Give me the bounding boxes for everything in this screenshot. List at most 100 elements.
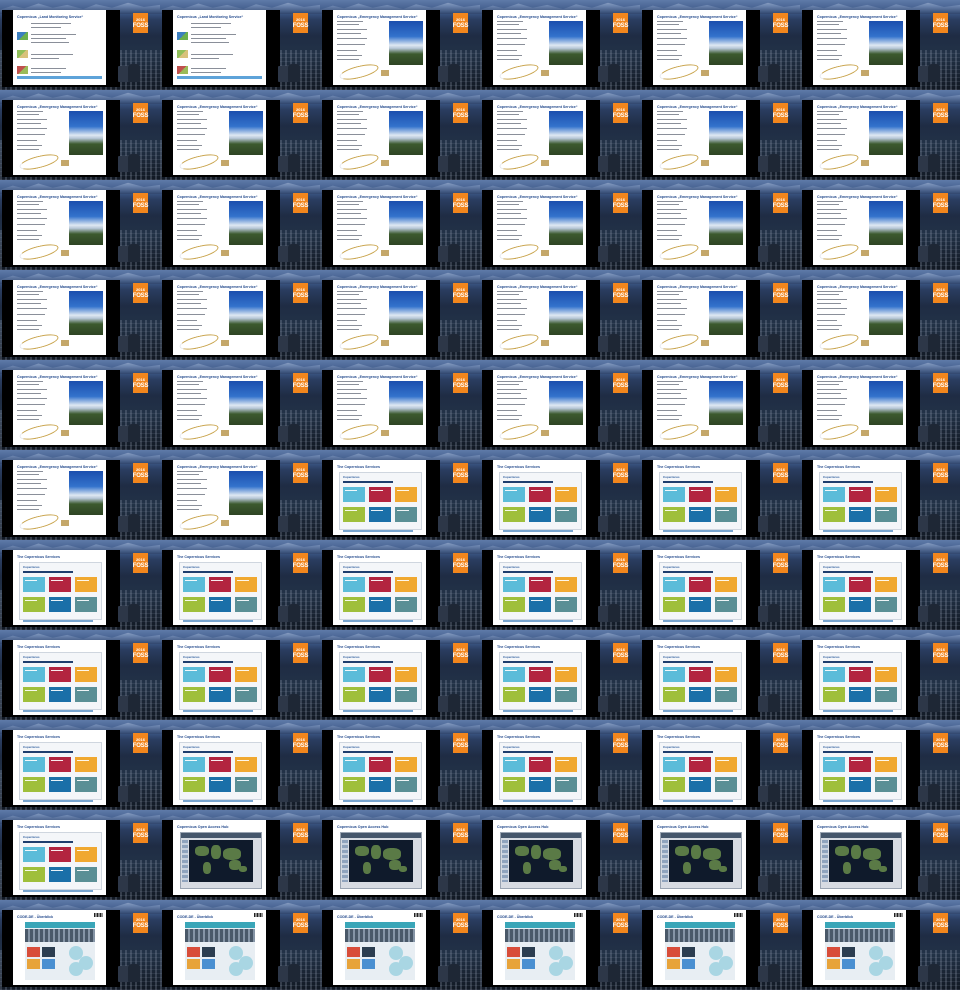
- video-frame-thumbnail[interactable]: Copernicus „Land Monitoring Service“ 201…: [0, 0, 160, 90]
- video-frame-thumbnail[interactable]: The Copernicus Services Copernicus 2016 …: [640, 630, 800, 720]
- service-tile[interactable]: [369, 757, 391, 772]
- video-frame-thumbnail[interactable]: The Copernicus Services Copernicus 2016 …: [0, 720, 160, 810]
- video-frame-thumbnail[interactable]: The Copernicus Services Copernicus 2016 …: [160, 540, 320, 630]
- service-tile[interactable]: [529, 757, 551, 772]
- service-tile[interactable]: [555, 777, 577, 792]
- service-tile[interactable]: [529, 597, 551, 612]
- video-frame-thumbnail[interactable]: Copernicus „Emergency Management Service…: [320, 180, 480, 270]
- service-tile[interactable]: [663, 577, 685, 592]
- service-tile[interactable]: [369, 687, 391, 702]
- service-tile[interactable]: [183, 777, 205, 792]
- video-frame-thumbnail[interactable]: The Copernicus Services Copernicus 2016 …: [800, 540, 960, 630]
- service-tile[interactable]: [23, 597, 45, 612]
- service-tile[interactable]: [395, 757, 417, 772]
- video-frame-thumbnail[interactable]: Copernicus „Emergency Management Service…: [160, 360, 320, 450]
- service-tile[interactable]: [849, 687, 871, 702]
- service-tile[interactable]: [689, 757, 711, 772]
- video-frame-thumbnail[interactable]: CODE-DE - Überblick 2016 FOSS: [640, 900, 800, 990]
- video-frame-thumbnail[interactable]: The Copernicus Services Copernicus 2016 …: [480, 630, 640, 720]
- video-frame-thumbnail[interactable]: Copernicus „Emergency Management Service…: [480, 270, 640, 360]
- service-tile[interactable]: [823, 507, 845, 522]
- service-tile[interactable]: [875, 687, 897, 702]
- service-tile[interactable]: [823, 777, 845, 792]
- service-tile[interactable]: [689, 577, 711, 592]
- service-tile[interactable]: [369, 507, 391, 522]
- service-tile[interactable]: [235, 687, 257, 702]
- service-tile[interactable]: [369, 667, 391, 682]
- service-tile[interactable]: [209, 777, 231, 792]
- service-tile[interactable]: [343, 667, 365, 682]
- service-tile[interactable]: [343, 577, 365, 592]
- video-frame-thumbnail[interactable]: Copernicus „Emergency Management Service…: [320, 360, 480, 450]
- service-tile[interactable]: [183, 597, 205, 612]
- service-tile[interactable]: [849, 667, 871, 682]
- service-tile[interactable]: [529, 687, 551, 702]
- video-frame-thumbnail[interactable]: Copernicus „Emergency Management Service…: [640, 270, 800, 360]
- service-tile[interactable]: [343, 507, 365, 522]
- video-frame-thumbnail[interactable]: The Copernicus Services Copernicus 2016 …: [480, 720, 640, 810]
- service-tile[interactable]: [715, 577, 737, 592]
- service-tile[interactable]: [503, 597, 525, 612]
- video-frame-thumbnail[interactable]: Copernicus Open Access Hub 2016 FOSS: [160, 810, 320, 900]
- service-tile[interactable]: [823, 667, 845, 682]
- service-tile[interactable]: [23, 687, 45, 702]
- service-tile[interactable]: [503, 687, 525, 702]
- service-tile[interactable]: [235, 777, 257, 792]
- service-tile[interactable]: [75, 667, 97, 682]
- service-tile[interactable]: [849, 777, 871, 792]
- service-tile[interactable]: [395, 487, 417, 502]
- service-tile[interactable]: [395, 777, 417, 792]
- service-tile[interactable]: [555, 507, 577, 522]
- video-frame-thumbnail[interactable]: CODE-DE - Überblick 2016 FOSS: [0, 900, 160, 990]
- service-tile[interactable]: [235, 577, 257, 592]
- service-tile[interactable]: [715, 667, 737, 682]
- service-tile[interactable]: [875, 757, 897, 772]
- service-tile[interactable]: [555, 687, 577, 702]
- service-tile[interactable]: [875, 577, 897, 592]
- video-frame-thumbnail[interactable]: Copernicus Open Access Hub 2016 FOSS: [480, 810, 640, 900]
- video-frame-thumbnail[interactable]: The Copernicus Services Copernicus 2016 …: [640, 720, 800, 810]
- service-tile[interactable]: [369, 597, 391, 612]
- service-tile[interactable]: [823, 487, 845, 502]
- video-frame-thumbnail[interactable]: The Copernicus Services Copernicus 2016 …: [320, 630, 480, 720]
- service-tile[interactable]: [503, 577, 525, 592]
- video-frame-thumbnail[interactable]: Copernicus „Emergency Management Service…: [480, 180, 640, 270]
- service-tile[interactable]: [343, 757, 365, 772]
- service-tile[interactable]: [849, 577, 871, 592]
- video-frame-thumbnail[interactable]: Copernicus „Emergency Management Service…: [640, 180, 800, 270]
- video-frame-thumbnail[interactable]: The Copernicus Services Copernicus 2016 …: [640, 540, 800, 630]
- video-frame-thumbnail[interactable]: Copernicus „Emergency Management Service…: [0, 180, 160, 270]
- service-tile[interactable]: [209, 667, 231, 682]
- service-tile[interactable]: [689, 597, 711, 612]
- service-tile[interactable]: [23, 847, 45, 862]
- video-frame-thumbnail[interactable]: Copernicus Open Access Hub 2016 FOSS: [800, 810, 960, 900]
- video-frame-thumbnail[interactable]: Copernicus „Emergency Management Service…: [0, 450, 160, 540]
- video-frame-thumbnail[interactable]: The Copernicus Services Copernicus 2016 …: [800, 450, 960, 540]
- video-frame-thumbnail[interactable]: Copernicus „Emergency Management Service…: [640, 0, 800, 90]
- service-tile[interactable]: [715, 777, 737, 792]
- service-tile[interactable]: [49, 757, 71, 772]
- video-frame-thumbnail[interactable]: Copernicus „Emergency Management Service…: [0, 270, 160, 360]
- video-frame-thumbnail[interactable]: CODE-DE - Überblick 2016 FOSS: [160, 900, 320, 990]
- service-tile[interactable]: [849, 597, 871, 612]
- service-tile[interactable]: [343, 597, 365, 612]
- video-frame-thumbnail[interactable]: The Copernicus Services Copernicus 2016 …: [320, 540, 480, 630]
- service-tile[interactable]: [555, 667, 577, 682]
- service-tile[interactable]: [529, 507, 551, 522]
- service-tile[interactable]: [555, 757, 577, 772]
- video-frame-thumbnail[interactable]: The Copernicus Services Copernicus 2016 …: [640, 450, 800, 540]
- video-frame-thumbnail[interactable]: The Copernicus Services Copernicus 2016 …: [800, 720, 960, 810]
- service-tile[interactable]: [75, 867, 97, 882]
- service-tile[interactable]: [23, 777, 45, 792]
- service-tile[interactable]: [823, 597, 845, 612]
- service-tile[interactable]: [75, 687, 97, 702]
- service-tile[interactable]: [343, 487, 365, 502]
- service-tile[interactable]: [49, 777, 71, 792]
- video-frame-thumbnail[interactable]: Copernicus „Emergency Management Service…: [0, 360, 160, 450]
- service-tile[interactable]: [663, 757, 685, 772]
- service-tile[interactable]: [529, 667, 551, 682]
- service-tile[interactable]: [235, 597, 257, 612]
- service-tile[interactable]: [875, 487, 897, 502]
- service-tile[interactable]: [663, 597, 685, 612]
- service-tile[interactable]: [369, 487, 391, 502]
